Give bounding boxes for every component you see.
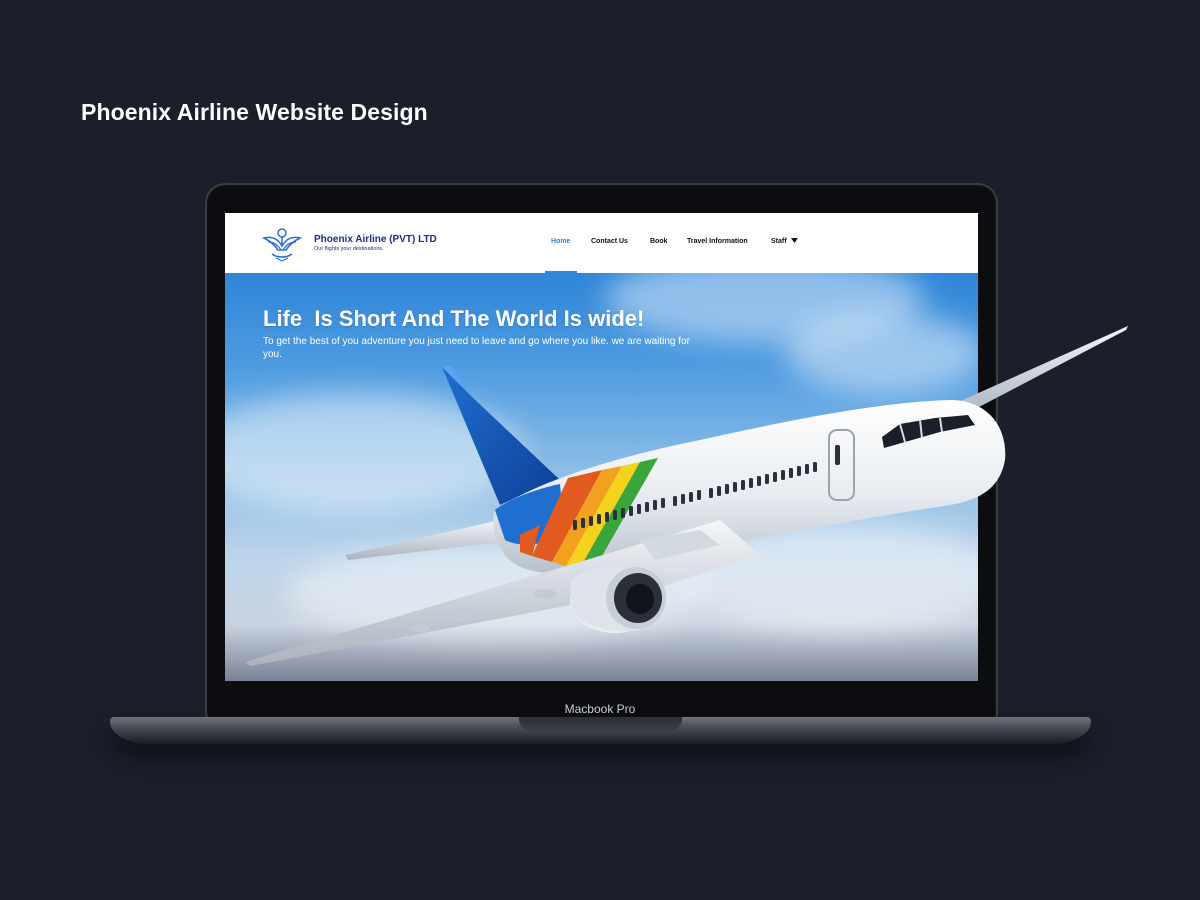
nav-book[interactable]: Book [650,238,668,245]
dropdown-caret-icon [790,238,798,244]
phoenix-logo-icon [262,228,302,262]
logo-name[interactable]: Phoenix Airline (PVT) LTD [314,234,437,245]
logo-tagline: Our flights your destinations. [314,246,384,252]
laptop-notch [519,717,682,731]
nav-staff-label: Staff [771,238,787,245]
laptop-label: Macbook Pro [564,702,636,716]
page-title: Phoenix Airline Website Design [81,99,428,125]
nav-travel-information[interactable]: Travel Information [687,238,748,245]
site-header: Phoenix Airline (PVT) LTD Our flights yo… [225,213,978,273]
nav-staff[interactable]: Staff [771,238,798,245]
airplane-illustration [245,326,1128,666]
nav-contact-us[interactable]: Contact Us [591,238,628,245]
nav-home[interactable]: Home [551,238,570,245]
